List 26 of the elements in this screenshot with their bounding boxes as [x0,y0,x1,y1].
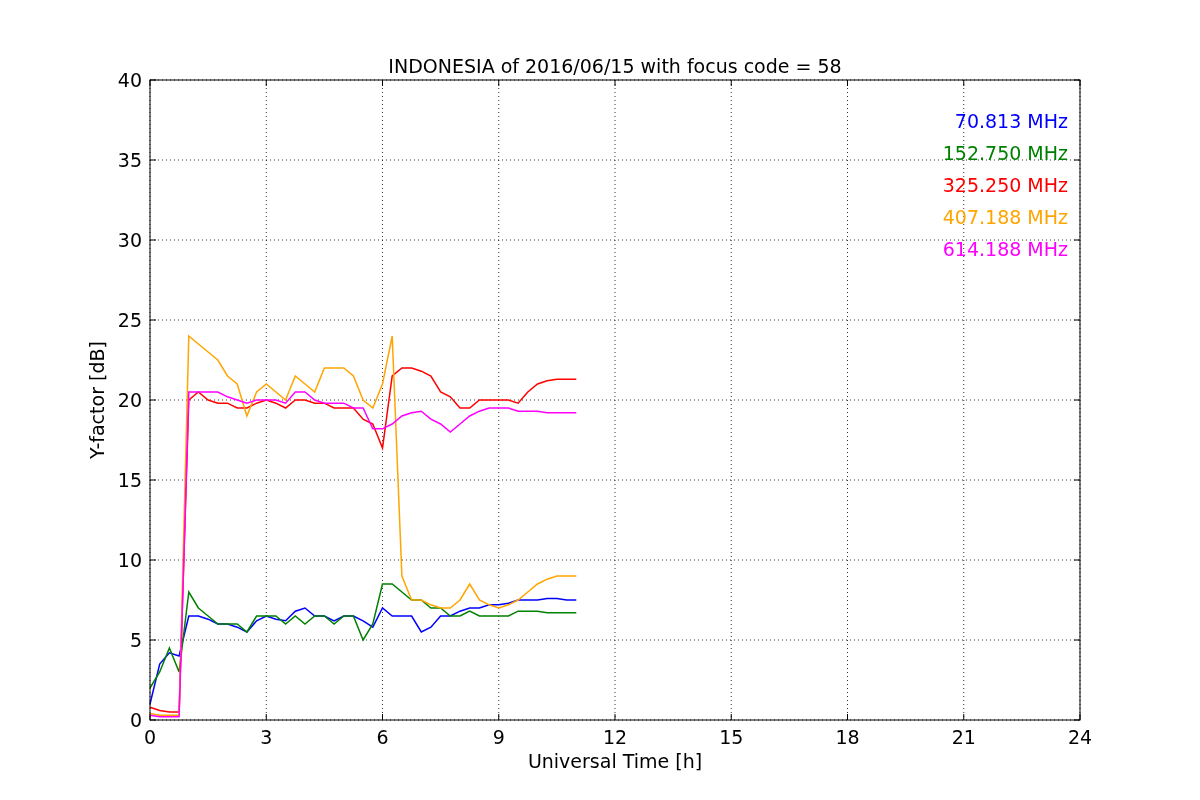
axis-label: Y-factor [dB] [86,341,108,459]
tick-label: 20 [117,389,142,411]
tick-label: 9 [492,726,505,748]
tick-label: 40 [117,69,142,91]
legend-label: 407.188 MHz [942,206,1068,228]
tick-label: 35 [117,149,142,171]
chart-title: INDONESIA of 2016/06/15 with focus code = 58 [388,55,842,77]
tick-label: 21 [951,726,976,748]
tick-label: 18 [835,726,860,748]
tick-label: 3 [260,726,273,748]
axis-label: Universal Time [h] [527,750,703,772]
legend-label: 70.813 MHz [954,110,1068,132]
tick-label: 0 [129,709,142,731]
tick-label: 10 [117,549,142,571]
tick-label: 15 [117,469,142,491]
tick-label: 15 [719,726,744,748]
tick-label: 0 [143,726,157,748]
tick-label: 24 [1067,726,1093,748]
legend-label: 614.188 MHz [942,238,1068,260]
tick-label: 5 [129,629,142,651]
tick-label: 25 [117,309,142,331]
tick-label: 6 [376,726,389,748]
legend-label: 152.750 MHz [942,142,1068,164]
legend-label: 325.250 MHz [942,174,1068,196]
tick-label: 30 [117,229,142,251]
tick-label: 12 [602,726,628,748]
